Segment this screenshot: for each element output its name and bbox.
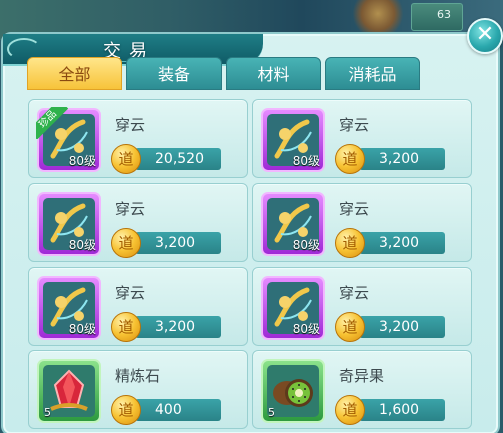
coin-icon: 道 bbox=[111, 228, 141, 258]
coin-icon: 道 bbox=[111, 312, 141, 342]
item-name: 穿云 bbox=[339, 284, 370, 302]
item-price: 3,200 bbox=[155, 319, 196, 335]
item-name: 精炼石 bbox=[115, 367, 161, 385]
hud-level: 63 bbox=[437, 8, 451, 21]
rare-badge: 珍品 bbox=[36, 107, 68, 139]
item-quantity: 5 bbox=[268, 406, 275, 419]
list-item[interactable]: 80级 穿云 3,200 道 bbox=[252, 99, 472, 178]
item-level: 80级 bbox=[292, 322, 320, 336]
item-list: 珍品 80级 穿云 20,520 道 80级 穿云 3,200 道 80级 穿云… bbox=[24, 90, 484, 433]
close-icon: ✕ bbox=[475, 22, 495, 47]
price-bar: 3,200 bbox=[359, 232, 445, 254]
item-name: 奇异果 bbox=[339, 367, 385, 385]
tab-materials[interactable]: 材料 bbox=[226, 57, 321, 90]
price-bar: 3,200 bbox=[135, 232, 221, 254]
item-level: 80级 bbox=[68, 154, 96, 168]
coin-icon: 道 bbox=[111, 395, 141, 425]
item-level: 80级 bbox=[68, 322, 96, 336]
close-button[interactable]: ✕ bbox=[467, 18, 503, 54]
price-bar: 1,600 bbox=[359, 399, 445, 421]
coin-icon: 道 bbox=[335, 144, 365, 174]
list-item[interactable]: 5 精炼石 400 道 bbox=[28, 350, 248, 429]
item-quantity: 5 bbox=[44, 406, 51, 419]
item-price: 20,520 bbox=[155, 151, 204, 167]
list-item[interactable]: 80级 穿云 3,200 道 bbox=[252, 267, 472, 346]
item-icon-frame: 80级 bbox=[261, 192, 325, 256]
item-icon-frame: 80级 bbox=[261, 108, 325, 172]
item-price: 1,600 bbox=[379, 402, 420, 418]
price-bar: 400 bbox=[135, 399, 221, 421]
item-name: 穿云 bbox=[115, 116, 146, 134]
coin-icon: 道 bbox=[335, 395, 365, 425]
tab-all[interactable]: 全部 bbox=[27, 57, 122, 90]
tab-materials-label: 材料 bbox=[257, 65, 290, 84]
coin-icon: 道 bbox=[111, 144, 141, 174]
price-bar: 20,520 bbox=[135, 148, 221, 170]
list-item[interactable]: 80级 穿云 3,200 道 bbox=[28, 183, 248, 262]
item-level: 80级 bbox=[292, 238, 320, 252]
item-price: 3,200 bbox=[379, 151, 420, 167]
item-icon-frame: 80级 bbox=[261, 276, 325, 340]
item-icon-frame: 80级 bbox=[37, 192, 101, 256]
price-bar: 3,200 bbox=[359, 316, 445, 338]
item-price: 3,200 bbox=[155, 235, 196, 251]
tab-consumables-label: 消耗品 bbox=[348, 65, 397, 84]
item-icon-frame: 5 bbox=[37, 359, 101, 423]
item-level: 80级 bbox=[68, 238, 96, 252]
item-name: 穿云 bbox=[115, 200, 146, 218]
item-icon-frame: 80级 bbox=[37, 276, 101, 340]
item-name: 穿云 bbox=[339, 200, 370, 218]
coin-icon: 道 bbox=[335, 228, 365, 258]
item-name: 穿云 bbox=[339, 116, 370, 134]
character-figure bbox=[348, 0, 408, 34]
list-item[interactable]: 80级 穿云 3,200 道 bbox=[252, 183, 472, 262]
item-icon-frame: 5 bbox=[261, 359, 325, 423]
tab-all-label: 全部 bbox=[58, 65, 91, 84]
coin-icon: 道 bbox=[335, 312, 365, 342]
list-item[interactable]: 珍品 80级 穿云 20,520 道 bbox=[28, 99, 248, 178]
price-bar: 3,200 bbox=[359, 148, 445, 170]
list-item[interactable]: 5 奇异果 1,600 道 bbox=[252, 350, 472, 429]
item-price: 3,200 bbox=[379, 235, 420, 251]
item-level: 80级 bbox=[292, 154, 320, 168]
tab-consumables[interactable]: 消耗品 bbox=[325, 57, 420, 90]
item-price: 400 bbox=[155, 402, 182, 418]
item-price: 3,200 bbox=[379, 319, 420, 335]
list-item[interactable]: 80级 穿云 3,200 道 bbox=[28, 267, 248, 346]
item-name: 穿云 bbox=[115, 284, 146, 302]
tab-equipment-label: 装备 bbox=[157, 65, 190, 84]
tab-equipment[interactable]: 装备 bbox=[126, 57, 222, 90]
item-icon-frame: 珍品 80级 bbox=[36, 107, 101, 172]
price-bar: 3,200 bbox=[135, 316, 221, 338]
